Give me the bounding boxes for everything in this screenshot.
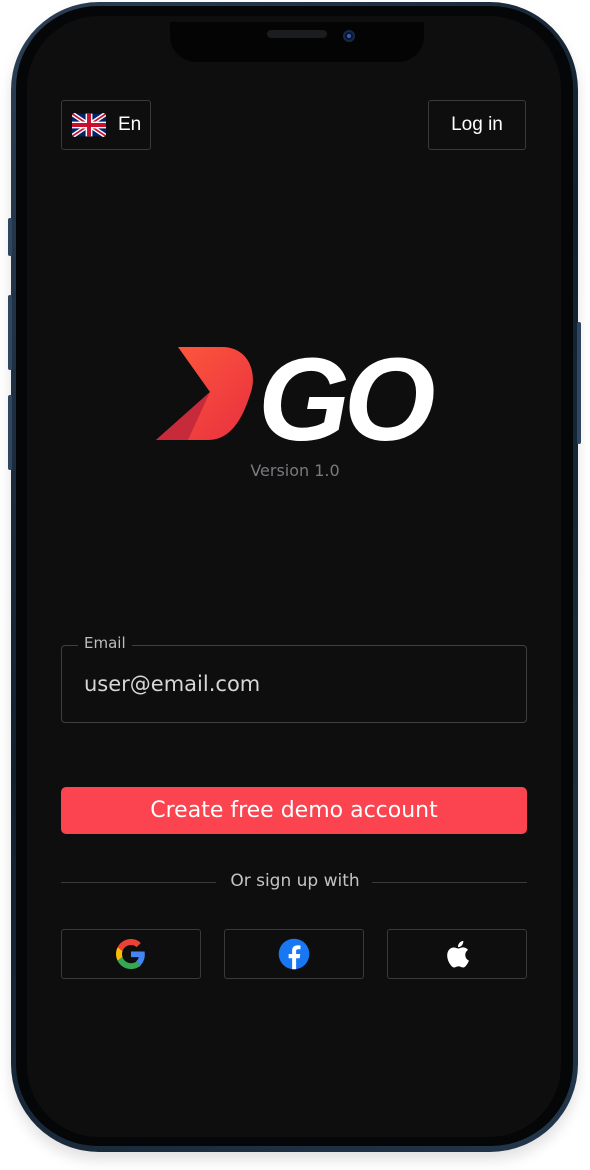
uk-flag-icon	[72, 113, 106, 137]
front-camera	[343, 30, 355, 42]
apple-icon	[447, 940, 469, 968]
email-input[interactable]	[84, 672, 504, 696]
create-demo-account-button[interactable]: Create free demo account	[61, 787, 527, 834]
email-field[interactable]: Email	[61, 634, 527, 723]
apple-signup-button[interactable]	[387, 929, 527, 979]
speaker-grille	[267, 30, 327, 38]
phone-body	[11, 2, 578, 1152]
social-divider-text: Or sign up with	[230, 871, 360, 891]
logo-wordmark: GO	[258, 340, 434, 450]
google-signup-button[interactable]	[61, 929, 201, 979]
language-selector-button[interactable]: En	[61, 100, 151, 150]
version-label: Version 1.0	[250, 461, 340, 480]
facebook-signup-button[interactable]	[224, 929, 364, 979]
phone-notch	[170, 22, 424, 62]
go-logo: GO	[156, 340, 440, 450]
login-button[interactable]: Log in	[428, 100, 526, 150]
email-label: Email	[78, 634, 132, 652]
google-icon	[116, 939, 145, 969]
language-label: En	[118, 114, 142, 135]
facebook-icon	[278, 938, 310, 970]
